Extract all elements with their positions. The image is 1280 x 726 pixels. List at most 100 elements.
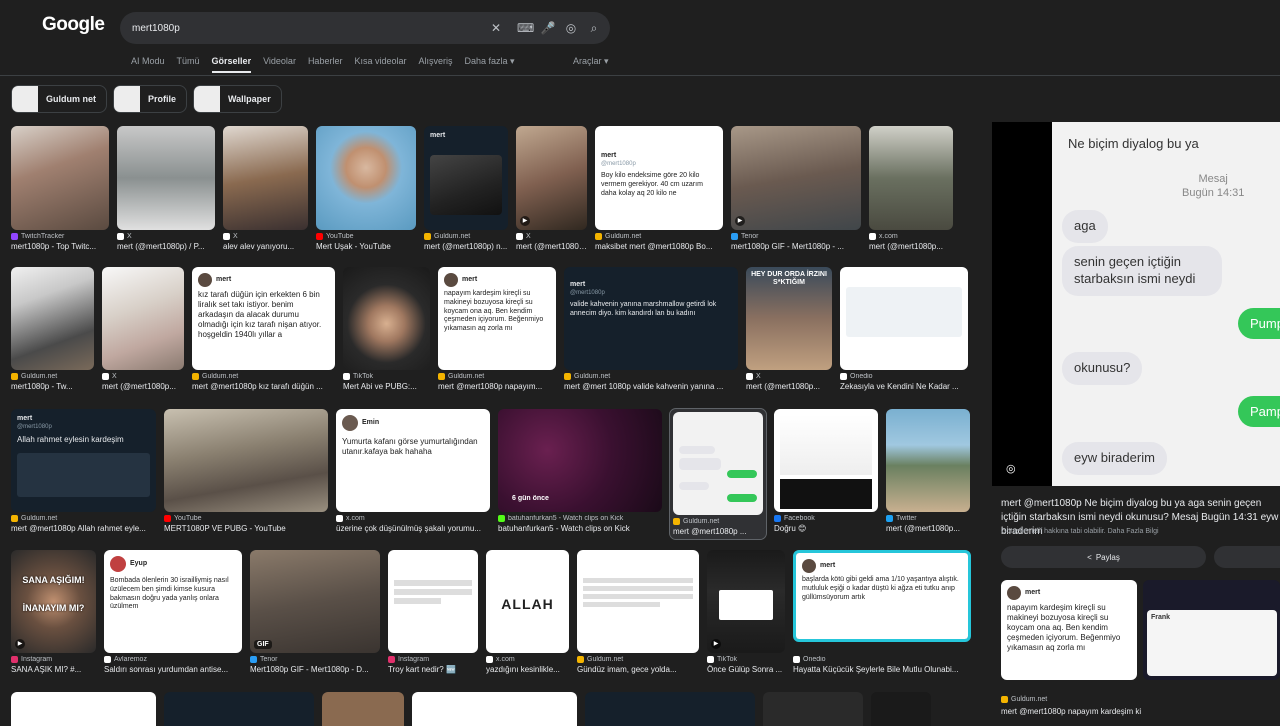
result-card[interactable] (322, 692, 404, 726)
tab-ai-mode[interactable]: AI Modu (131, 56, 165, 70)
tab-more[interactable]: Daha fazla ▾ (465, 56, 515, 70)
close-icon[interactable]: ✕ (488, 20, 504, 36)
result-title[interactable]: Zekasıyla ve Kendini Ne Kadar ... (840, 382, 968, 391)
google-logo[interactable]: Google (42, 14, 105, 36)
result-card[interactable] (164, 692, 314, 726)
result-title[interactable]: SANA AŞIK MI? #... (11, 665, 96, 674)
result-title[interactable]: Troy kart nedir? 🆕 (388, 665, 478, 674)
result-image[interactable] (871, 692, 931, 726)
result-card[interactable] (412, 692, 577, 726)
result-image[interactable]: GIF (250, 550, 380, 653)
result-card[interactable]: TikTok Mert Abi ve PUBG:... (343, 267, 430, 391)
result-title[interactable]: Gündüz imam, gece yolda... (577, 665, 699, 674)
search-input[interactable] (132, 20, 472, 36)
result-title[interactable]: mert (@mert1080p... (886, 524, 970, 533)
keyboard-icon[interactable]: ⌨ (517, 20, 534, 36)
result-card[interactable]: SANA AŞIĞIM! İNANAYIM MI? ▶ Instagram SANA… (11, 550, 96, 674)
result-card[interactable]: Twitter mert (@mert1080p... (886, 409, 970, 539)
result-card[interactable] (763, 692, 863, 726)
result-card[interactable]: Eyup Bombada ölenlerin 30 israilliymiş na… (104, 550, 242, 674)
result-title[interactable]: mert @mert 1080p valide kahvenin yanına … (564, 382, 738, 391)
result-image[interactable]: ▶ (516, 126, 587, 230)
result-image[interactable] (869, 126, 953, 230)
result-image[interactable]: SANA AŞIĞIM! İNANAYIM MI? ▶ (11, 550, 96, 653)
result-card[interactable]: mert başlarda kötü gibi geldi ama 1/10 ya… (793, 550, 971, 674)
tab-videos[interactable]: Videolar (263, 56, 296, 70)
result-title[interactable]: mert (@mert1080p... (102, 382, 184, 391)
more-button[interactable] (1214, 546, 1280, 568)
result-image[interactable]: mert napayım kardeşim kireçli su makineyi… (438, 267, 556, 370)
result-title[interactable]: Önce Gülüp Sonra ... (707, 665, 785, 674)
result-card[interactable] (11, 692, 156, 726)
result-image[interactable] (388, 550, 478, 653)
result-image[interactable] (164, 692, 314, 726)
result-image[interactable]: mert @mert1080p valide kahvenin yanına mar… (564, 267, 738, 370)
result-image[interactable] (673, 412, 763, 515)
result-image[interactable] (11, 692, 156, 726)
tab-images[interactable]: Görseller (212, 56, 252, 70)
chip-guldum-net[interactable]: Guldum net (11, 85, 107, 113)
result-title[interactable]: mert (@mert1080p... (869, 242, 953, 251)
result-image[interactable] (11, 126, 109, 230)
result-image[interactable] (223, 126, 308, 230)
related-title[interactable]: mert @mert1080p napayım kardeşim kireç..… (1001, 707, 1141, 716)
tab-news[interactable]: Haberler (308, 56, 343, 70)
result-title[interactable]: maksibet mert @mert1080p Bo... (595, 242, 723, 251)
result-image[interactable]: Emin Yumurta kafanı görse yumurtalığından… (336, 409, 490, 512)
result-card[interactable] (585, 692, 755, 726)
tab-shopping[interactable]: Alışveriş (418, 56, 452, 70)
result-card[interactable]: Onedio Zekasıyla ve Kendini Ne Kadar ... (840, 267, 968, 391)
result-title[interactable]: MERT1080P VE PUBG - YouTube (164, 524, 328, 533)
result-title[interactable]: mert1080p - Tw... (11, 382, 94, 391)
result-image[interactable] (886, 409, 970, 512)
result-image[interactable] (102, 267, 184, 370)
result-card[interactable]: ▶ X mert (@mert1080p... (516, 126, 587, 251)
result-image[interactable] (316, 126, 416, 230)
result-title[interactable]: alev alev yanıyoru... (223, 242, 308, 251)
result-title[interactable]: yazdığını kesinlikle... (486, 665, 569, 674)
result-title[interactable]: mert1080p GIF - Mert1080p - ... (731, 242, 861, 251)
share-button[interactable]: < Paylaş (1001, 546, 1206, 568)
result-image[interactable]: 6 gün önce (498, 409, 662, 512)
result-card[interactable]: ALLAH x.com yazdığını kesinlikle... (486, 550, 569, 674)
result-image[interactable] (577, 550, 699, 653)
result-image[interactable]: Eyup Bombada ölenlerin 30 israilliymiş na… (104, 550, 242, 653)
tab-all[interactable]: Tümü (177, 56, 200, 70)
result-card[interactable]: Facebook Doğru 😊 (774, 409, 878, 539)
result-image[interactable] (343, 267, 430, 370)
result-image[interactable] (763, 692, 863, 726)
result-title[interactable]: mert @mert1080p ... (673, 527, 763, 536)
result-card[interactable]: mert @mert1080p valide kahvenin yanına mar… (564, 267, 738, 391)
chip-profile[interactable]: Profile (113, 85, 188, 113)
search-icon[interactable]: ⌕ (586, 20, 602, 36)
tab-short-videos[interactable]: Kısa videolar (354, 56, 406, 70)
result-image[interactable] (322, 692, 404, 726)
lens-icon[interactable]: ◎ (563, 20, 579, 36)
result-image[interactable] (11, 267, 94, 370)
result-image[interactable] (412, 692, 577, 726)
result-card[interactable]: mert kız tarafı düğün için erkekten 6 bin… (192, 267, 335, 391)
result-title[interactable]: mert @mert1080p kız tarafı düğün ... (192, 382, 335, 391)
result-card[interactable]: mert @mert1080p Boy kilo endeksime göre 20… (595, 126, 723, 251)
result-title[interactable]: mert @mert1080p Allah rahmet eyle... (11, 524, 156, 533)
result-card[interactable]: mert Guldum.net mert (@mert1080p) n... (424, 126, 508, 251)
result-image[interactable]: HEY DUR ORDA İRZINI S*KTIĞIM (746, 267, 832, 370)
result-image[interactable]: mert @mert1080p Boy kilo endeksime göre 20… (595, 126, 723, 230)
result-card[interactable]: X mert (@mert1080p... (102, 267, 184, 391)
result-image[interactable]: ▶ (731, 126, 861, 230)
result-title[interactable]: mert1080p - Top Twitc... (11, 242, 109, 251)
result-image[interactable] (774, 409, 878, 512)
result-card[interactable]: Instagram Troy kart nedir? 🆕 (388, 550, 478, 674)
result-card[interactable]: Guldum.net Gündüz imam, gece yolda... (577, 550, 699, 674)
result-card[interactable]: YouTube Mert Uşak - YouTube (316, 126, 416, 251)
result-card[interactable]: Guldum.net mert1080p - Tw... (11, 267, 94, 391)
result-title[interactable]: üzerine çok düşünülmüş şakalı yorumu... (336, 524, 490, 533)
result-image[interactable] (164, 409, 328, 512)
result-card[interactable]: ▶ TikTok Önce Gülüp Sonra ... (707, 550, 785, 674)
result-card[interactable]: X mert (@mert1080p) / P... (117, 126, 215, 251)
result-card[interactable]: X alev alev yanıyoru... (223, 126, 308, 251)
result-card[interactable]: x.com mert (@mert1080p... (869, 126, 953, 251)
result-title[interactable]: Mert Abi ve PUBG:... (343, 382, 430, 391)
result-card[interactable]: mert napayım kardeşim kireçli su makineyi… (438, 267, 556, 391)
result-card[interactable]: HEY DUR ORDA İRZINI S*KTIĞIM X mert (@me… (746, 267, 832, 391)
